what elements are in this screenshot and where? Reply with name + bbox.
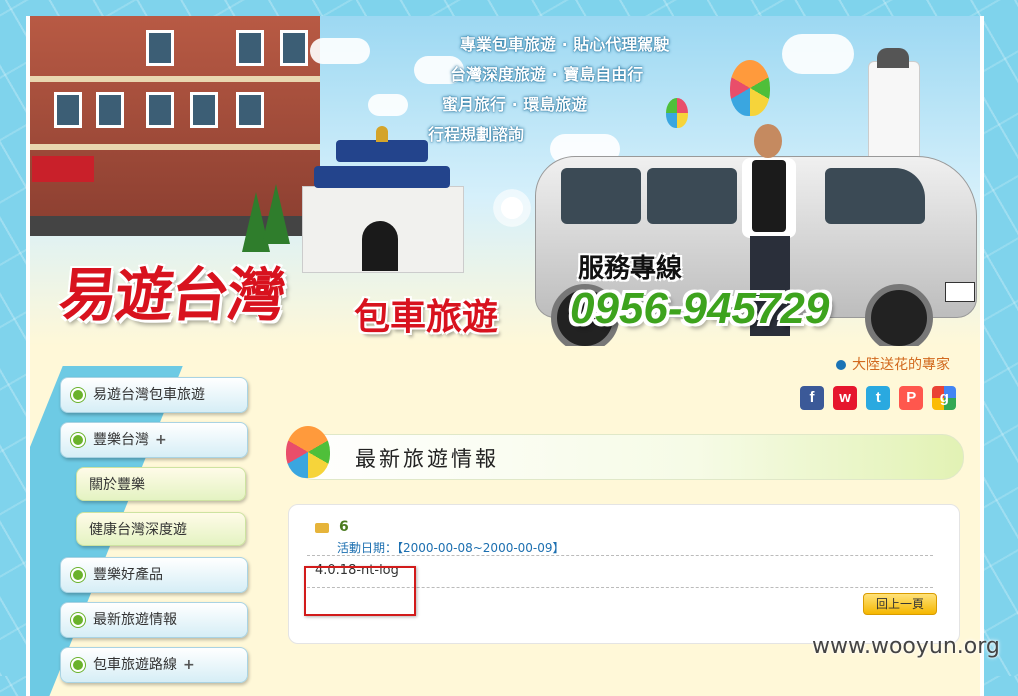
page-container: 專業包車旅遊 · 貼心代理駕駛 台灣深度旅遊 · 寶島自由行 蜜月旅行 · 環島… xyxy=(26,16,984,696)
bullet-icon xyxy=(71,433,85,447)
sidebar-item-label: 健康台灣深度遊 xyxy=(89,522,187,538)
sidebar-item-label: 易遊台灣包車旅遊 xyxy=(93,387,205,403)
slogan-line: 行程規劃諮詢 xyxy=(428,125,525,144)
sidebar-item-fengle-taiwan[interactable]: 豐樂台灣 + xyxy=(60,422,248,458)
sidebar-item-label: 包車旅遊路線 xyxy=(93,657,177,673)
sidebar-item-easy-taiwan-charter[interactable]: 易遊台灣包車旅遊 xyxy=(60,377,248,413)
social-share-bar: f w t P g xyxy=(800,386,960,410)
section-header: 最新旅遊情報 xyxy=(292,434,964,480)
bullet-icon xyxy=(71,568,85,582)
sidebar-item-fengle-products[interactable]: 豐樂好產品 xyxy=(60,557,248,593)
hot-air-balloon-icon xyxy=(286,426,330,478)
site-logo-subtitle: 包車旅遊 xyxy=(354,297,499,338)
hot-air-balloon-icon xyxy=(666,98,688,128)
slogan-line: 專業包車旅遊 · 貼心代理駕駛 xyxy=(460,35,670,54)
back-button[interactable]: 回上一頁 xyxy=(863,593,937,615)
promo-link-label: 大陸送花的專家 xyxy=(852,357,950,373)
tree-icon xyxy=(262,184,290,244)
weibo-icon[interactable]: w xyxy=(833,386,858,410)
hot-air-balloon-icon xyxy=(730,60,770,116)
site-logo-text: 易遊台灣 xyxy=(55,261,288,329)
folder-icon xyxy=(315,523,329,533)
google-icon[interactable]: g xyxy=(932,386,957,410)
header-banner: 專業包車旅遊 · 貼心代理駕駛 台灣深度旅遊 · 寶島自由行 蜜月旅行 · 環島… xyxy=(30,16,980,346)
sidebar-item-latest-travel-news[interactable]: 最新旅遊情報 xyxy=(60,602,248,638)
sidebar-subitem-healthy-taiwan-tour[interactable]: 健康台灣深度遊 xyxy=(76,512,246,546)
plurk-icon[interactable]: P xyxy=(899,386,924,410)
watermark: www.wooyun.org xyxy=(812,634,1000,659)
slogan-line: 蜜月旅行 · 環島旅遊 xyxy=(442,95,588,114)
sidebar-subitem-about-fengle[interactable]: 關於豐樂 xyxy=(76,467,246,501)
expand-plus-icon[interactable]: + xyxy=(183,657,195,673)
hotline-label: 服務專線 xyxy=(578,254,683,284)
sidebar-item-charter-routes[interactable]: 包車旅遊路線 + xyxy=(60,647,248,683)
divider xyxy=(307,555,933,556)
section-title: 最新旅遊情報 xyxy=(355,447,499,471)
sidebar-item-label: 豐樂台灣 xyxy=(93,432,149,448)
bullet-icon xyxy=(836,360,846,370)
sidebar-nav: 易遊台灣包車旅遊 豐樂台灣 + 關於豐樂 健康台灣深度遊 豐樂好產品 最新旅遊情報… xyxy=(30,346,260,696)
highlight-box xyxy=(304,566,416,616)
service-slogans: 專業包車旅遊 · 貼心代理駕駛 台灣深度旅遊 · 寶島自由行 蜜月旅行 · 環島… xyxy=(428,30,669,150)
entry-title: 6 xyxy=(339,519,349,535)
back-button-label: 回上一頁 xyxy=(875,597,924,611)
bullet-icon xyxy=(71,388,85,402)
promo-link[interactable]: 大陸送花的專家 xyxy=(836,354,950,374)
sidebar-item-label: 最新旅遊情報 xyxy=(93,612,177,628)
bullet-icon xyxy=(71,613,85,627)
sidebar-item-label: 關於豐樂 xyxy=(89,477,145,493)
hotline-number: 0956-945729 xyxy=(570,284,830,333)
bullet-icon xyxy=(71,658,85,672)
sun-icon xyxy=(490,186,534,230)
facebook-icon[interactable]: f xyxy=(800,386,824,410)
slogan-line: 台灣深度旅遊 · 寶島自由行 xyxy=(450,65,644,84)
sidebar-item-label: 豐樂好產品 xyxy=(93,567,163,583)
expand-plus-icon[interactable]: + xyxy=(155,432,167,448)
twitter-icon[interactable]: t xyxy=(866,386,891,410)
entry-date: 活動日期：【2000-00-08~2000-00-09】 xyxy=(337,541,565,555)
